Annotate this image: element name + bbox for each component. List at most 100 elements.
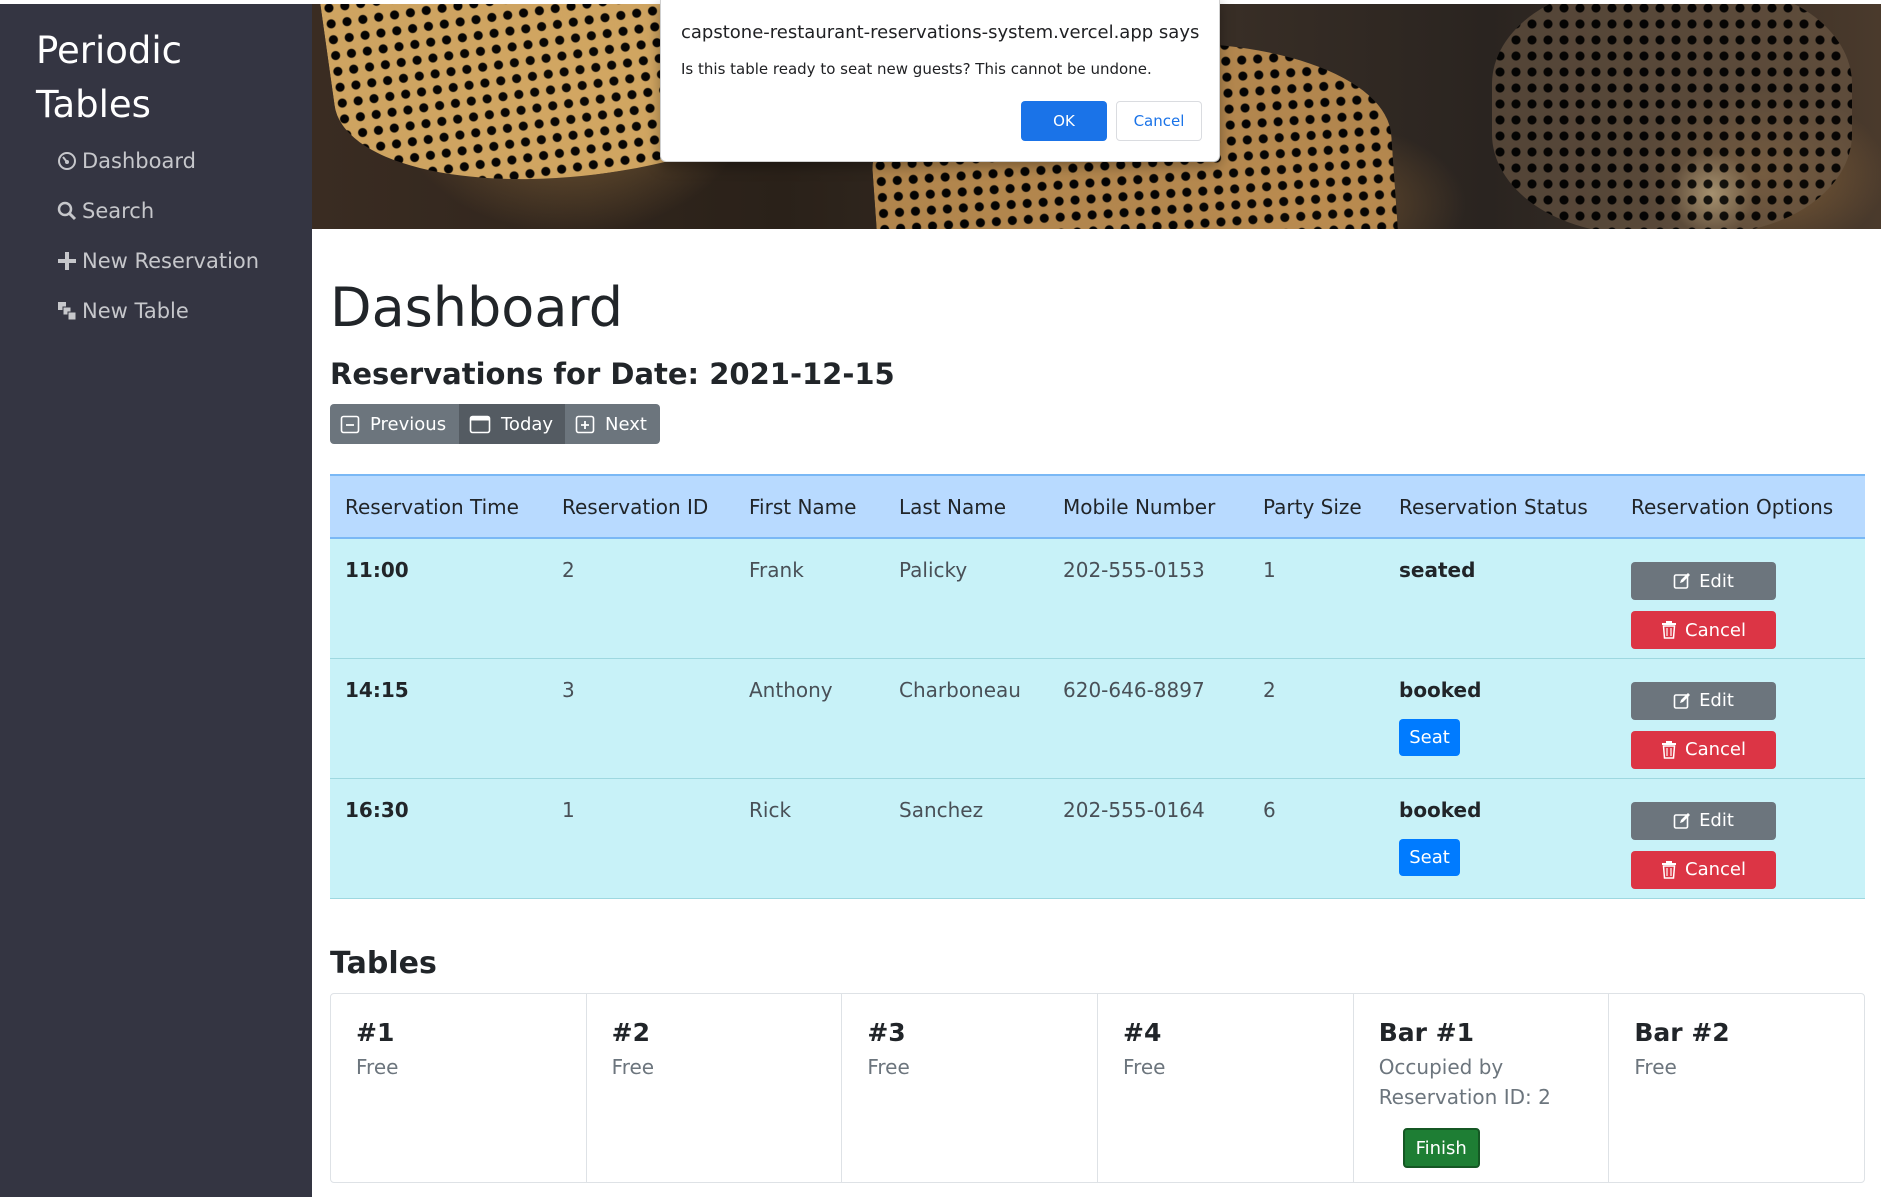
options-cell: Edit Cancel [1616,538,1865,659]
reservation-time: 16:30 [330,778,547,899]
sidebar: Periodic Tables Dashboard Search New Res… [0,4,312,1197]
edit-label: Edit [1699,690,1734,711]
reservations-date-heading: Reservations for Date: 2021-12-15 [330,357,895,391]
cancel-reservation-button[interactable]: Cancel [1631,850,1776,889]
reservation-id: 1 [547,778,734,899]
edit-icon [1673,692,1691,710]
table-card: #4 Free [1098,994,1354,1182]
seat-button[interactable]: Seat [1399,838,1460,876]
sidebar-item-label: New Table [82,299,189,323]
previous-button[interactable]: Previous [330,404,459,444]
mobile-number: 620-646-8897 [1048,658,1248,779]
calendar-minus-icon [340,414,360,434]
sidebar-item-label: Search [82,199,155,223]
sidebar-item-new-reservation[interactable]: New Reservation [56,246,259,276]
table-row: 11:00 2 Frank Palicky 202-555-0153 1 sea… [330,538,1865,659]
plus-icon [56,250,78,272]
dialog-ok-button[interactable]: OK [1021,101,1107,141]
status-cell: seated [1384,538,1616,659]
last-name: Sanchez [884,778,1048,899]
cancel-reservation-button[interactable]: Cancel [1631,730,1776,769]
reservation-time: 11:00 [330,538,547,659]
table-card: Bar #1 Occupied by Reservation ID: 2 Fin… [1354,994,1610,1182]
edit-icon [1673,812,1691,830]
last-name: Charboneau [884,658,1048,779]
party-size: 6 [1248,778,1384,899]
sidebar-item-new-table[interactable]: New Table [56,296,189,326]
edit-button[interactable]: Edit [1631,562,1776,600]
dialog-title: capstone-restaurant-reservations-system.… [681,22,1200,43]
mobile-number: 202-555-0164 [1048,778,1248,899]
dialog-cancel-button[interactable]: Cancel [1116,101,1202,141]
table-status: Occupied by Reservation ID: 2 [1378,1055,1551,1109]
table-status: Free [867,1055,910,1079]
reservation-status: booked [1399,797,1482,822]
edit-label: Edit [1699,570,1734,592]
table-status: Free [356,1055,399,1079]
table-status: Free [611,1055,655,1079]
cancel-reservation-button[interactable]: Cancel [1631,611,1776,649]
table-card: #1 Free [331,994,587,1182]
cancel-label: Cancel [1685,619,1746,641]
sidebar-item-label: New Reservation [82,249,260,273]
table-status: Free [1123,1055,1166,1079]
table-status: Free [1634,1055,1677,1079]
seat-button[interactable]: Seat [1399,718,1460,756]
page-title: Dashboard [330,276,623,339]
previous-label: Previous [370,413,447,435]
table-card: Bar #2 Free [1609,994,1864,1182]
edit-label: Edit [1699,810,1734,831]
search-icon [56,200,78,222]
table-header-row: Reservation Time Reservation ID First Na… [330,474,1865,539]
reservation-status: seated [1399,558,1476,582]
trash-icon [1661,740,1677,759]
trash-icon [1661,621,1677,639]
sidebar-item-label: Dashboard [82,149,196,173]
table-name: Bar #2 [1634,1018,1730,1047]
edit-button[interactable]: Edit [1631,801,1776,840]
mobile-number: 202-555-0153 [1048,538,1248,659]
column-header: Mobile Number [1048,474,1248,539]
table-name: Bar #1 [1378,1018,1474,1047]
column-header: Reservation Time [330,474,547,539]
party-size: 2 [1248,658,1384,779]
table-card: #3 Free [842,994,1099,1182]
edit-button[interactable]: Edit [1631,681,1776,720]
reservation-id: 2 [547,538,734,659]
cancel-label: Cancel [1685,859,1746,880]
table-card: #2 Free [587,994,843,1182]
options-cell: Edit Cancel [1616,778,1865,899]
first-name: Rick [734,778,884,899]
next-label: Next [605,413,647,435]
table-name: #3 [867,1018,906,1047]
reservation-id: 3 [547,658,734,779]
table-name: #4 [1123,1018,1162,1047]
calendar-icon [469,414,491,434]
table-row: 16:30 1 Rick Sanchez 202-555-0164 6 book… [330,778,1865,899]
column-header: Party Size [1248,474,1384,539]
tables-card-group: #1 Free #2 Free #3 Free #4 Free Bar #1 O… [330,993,1865,1183]
sidebar-item-dashboard[interactable]: Dashboard [56,146,196,176]
column-header: Last Name [884,474,1048,539]
sidebar-item-search[interactable]: Search [56,196,154,226]
trash-icon [1661,860,1677,879]
next-button[interactable]: Next [565,404,660,444]
first-name: Frank [734,538,884,659]
column-header: Reservation Status [1384,474,1616,539]
last-name: Palicky [884,538,1048,659]
table-row: 14:15 3 Anthony Charboneau 620-646-8897 … [330,658,1865,779]
date-navigation: Previous Today Next [330,404,660,444]
column-header: First Name [734,474,884,539]
today-button[interactable]: Today [459,404,565,444]
brand-title[interactable]: Periodic Tables [36,24,296,132]
calendar-plus-icon [575,414,595,434]
today-label: Today [501,413,554,435]
finish-button[interactable]: Finish [1402,1128,1480,1168]
status-cell: booked Seat [1384,778,1616,899]
table-name: #2 [611,1018,651,1047]
dialog-message: Is this table ready to seat new guests? … [681,60,1152,78]
status-cell: booked Seat [1384,658,1616,779]
banner-lamp-shade [1492,4,1852,229]
table-icon [56,300,78,322]
reservation-status: booked [1399,677,1482,702]
